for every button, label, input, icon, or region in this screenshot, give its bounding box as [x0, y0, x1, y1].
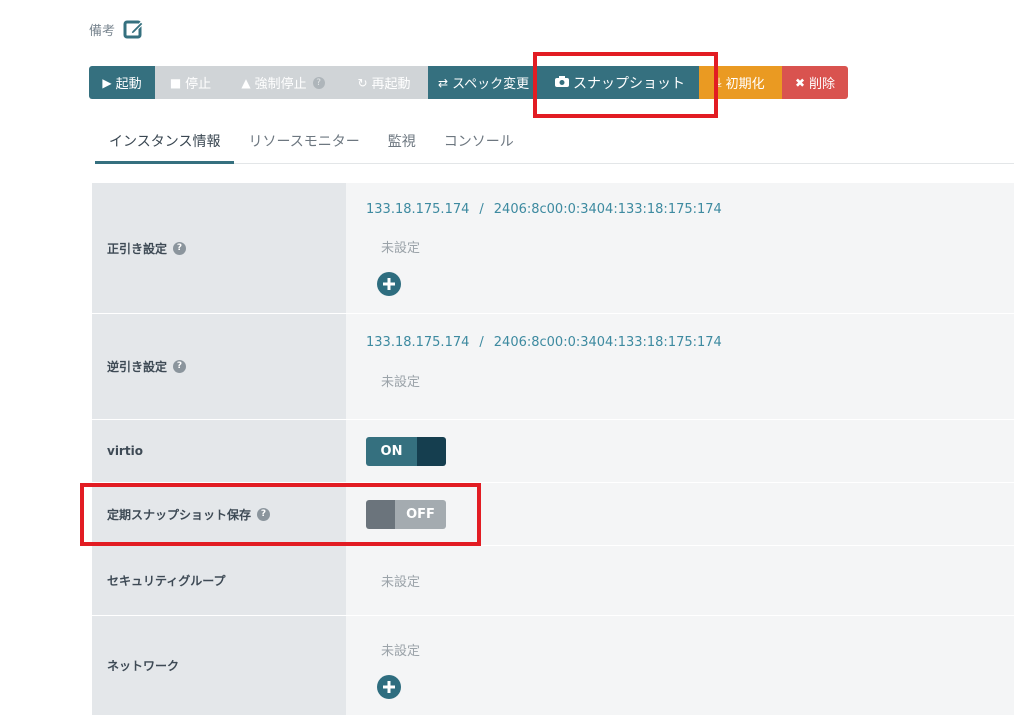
forward-dns-cell: 133.18.175.174 / 2406:8c00:0:3404:133:18:1…	[346, 183, 1014, 313]
snapshot-button[interactable]: スナップショット	[541, 66, 699, 99]
security-group-label: セキュリティグループ	[107, 574, 226, 588]
tab-instance-info[interactable]: インスタンス情報	[95, 122, 235, 164]
ip-address-line: 133.18.175.174 / 2406:8c00:0:3404:133:18:1…	[366, 335, 1014, 350]
separator: /	[479, 202, 484, 217]
ipv6-address: 2406:8c00:0:3404:133:18:175:174	[493, 202, 722, 217]
tab-monitoring[interactable]: 監視	[374, 122, 430, 164]
tab-console[interactable]: コンソール	[430, 122, 528, 164]
forward-dns-value: 未設定	[381, 241, 421, 256]
refresh-icon: ↻	[357, 75, 368, 90]
plus-icon	[383, 278, 395, 290]
close-icon: ✖	[794, 75, 806, 90]
warning-icon: ▲	[241, 75, 251, 90]
tab-resource-monitor[interactable]: リソースモニター	[234, 122, 373, 164]
stop-label: 停止	[185, 77, 212, 92]
reverse-dns-row: 逆引き設定 ? 133.18.175.174 / 2406:8c00:0:3404:…	[92, 314, 1014, 420]
network-value: 未設定	[381, 644, 421, 659]
help-icon[interactable]: ?	[173, 241, 187, 255]
camera-icon	[555, 75, 569, 90]
toggle-state-label: OFF	[395, 499, 446, 529]
scheduled-snapshot-label: 定期スナップショット保存	[107, 507, 252, 522]
add-network-button[interactable]	[377, 675, 401, 699]
edit-icon[interactable]	[123, 18, 145, 40]
ip-address-line: 133.18.175.174 / 2406:8c00:0:3404:133:18:1…	[366, 202, 1014, 217]
scheduled-snapshot-row: 定期スナップショット保存 ? OFF	[92, 483, 1014, 546]
initialize-label: 初期化	[725, 77, 765, 92]
virtio-label: virtio	[107, 444, 143, 458]
tab-bar: インスタンス情報 リソースモニター 監視 コンソール	[95, 122, 1014, 164]
security-group-header: セキュリティグループ	[92, 546, 346, 615]
spec-change-label: スペック変更	[452, 77, 530, 92]
network-header: ネットワーク	[92, 616, 346, 715]
instance-info-table: 正引き設定 ? 133.18.175.174 / 2406:8c00:0:3404:…	[92, 183, 1014, 716]
toggle-knob	[417, 436, 446, 466]
memo-label: 備考	[89, 23, 116, 39]
help-icon[interactable]: ?	[312, 76, 325, 89]
force-stop-button[interactable]: ▲ 強制停止 ?	[226, 66, 340, 99]
toggle-knob	[366, 499, 395, 529]
toggle-state-label: ON	[366, 436, 417, 466]
reverse-dns-value: 未設定	[381, 375, 421, 390]
security-group-value: 未設定	[381, 575, 421, 590]
scheduled-snapshot-toggle[interactable]: OFF	[366, 499, 446, 529]
network-label: ネットワーク	[107, 659, 180, 673]
help-icon[interactable]: ?	[173, 360, 187, 373]
start-label: 起動	[115, 77, 142, 92]
virtio-row: virtio ON	[92, 420, 1014, 483]
delete-button[interactable]: ✖ 削除	[782, 66, 848, 99]
snapshot-label: スナップショット	[573, 75, 685, 92]
initialize-button[interactable]: ⤓ 初期化	[699, 66, 782, 99]
network-row: ネットワーク 未設定	[92, 616, 1014, 716]
reverse-dns-header: 逆引き設定 ?	[92, 314, 346, 419]
download-icon: ⤓	[716, 75, 722, 89]
restart-label: 再起動	[371, 77, 411, 92]
forward-dns-label: 正引き設定	[107, 241, 168, 256]
exchange-icon: ⇄	[438, 75, 449, 90]
virtio-toggle[interactable]: ON	[366, 436, 446, 466]
stop-button[interactable]: ■ 停止	[155, 66, 226, 99]
ipv4-address: 133.18.175.174	[366, 202, 470, 217]
security-group-row: セキュリティグループ 未設定	[92, 546, 1014, 616]
delete-label: 削除	[809, 77, 836, 92]
plus-icon	[383, 681, 395, 693]
ipv4-address: 133.18.175.174	[366, 335, 470, 350]
forward-dns-header: 正引き設定 ?	[92, 183, 346, 313]
play-icon: ▶	[102, 75, 112, 90]
network-cell: 未設定	[346, 616, 1014, 715]
security-group-cell: 未設定	[346, 546, 1014, 615]
ipv6-address: 2406:8c00:0:3404:133:18:175:174	[493, 335, 722, 350]
scheduled-snapshot-header: 定期スナップショット保存 ?	[92, 483, 346, 545]
help-icon[interactable]: ?	[257, 507, 271, 521]
separator: /	[479, 335, 484, 350]
reverse-dns-cell: 133.18.175.174 / 2406:8c00:0:3404:133:18:1…	[346, 314, 1014, 419]
start-button[interactable]: ▶ 起動	[89, 66, 155, 99]
add-forward-dns-button[interactable]	[377, 272, 401, 296]
restart-button[interactable]: ↻ 再起動	[340, 66, 428, 99]
force-stop-label: 強制停止	[254, 77, 307, 92]
stop-icon: ■	[169, 75, 182, 90]
spec-change-button[interactable]: ⇄ スペック変更	[428, 66, 541, 99]
forward-dns-row: 正引き設定 ? 133.18.175.174 / 2406:8c00:0:3404:…	[92, 183, 1014, 314]
memo-section: 備考	[89, 18, 145, 40]
scheduled-snapshot-cell: OFF	[346, 483, 1014, 545]
reverse-dns-label: 逆引き設定	[107, 360, 168, 374]
action-toolbar: ▶ 起動 ■ 停止 ▲ 強制停止 ? ↻ 再起動 ⇄ スペック変更 スナップショ…	[89, 66, 848, 99]
virtio-header: virtio	[92, 420, 346, 482]
virtio-cell: ON	[346, 420, 1014, 482]
